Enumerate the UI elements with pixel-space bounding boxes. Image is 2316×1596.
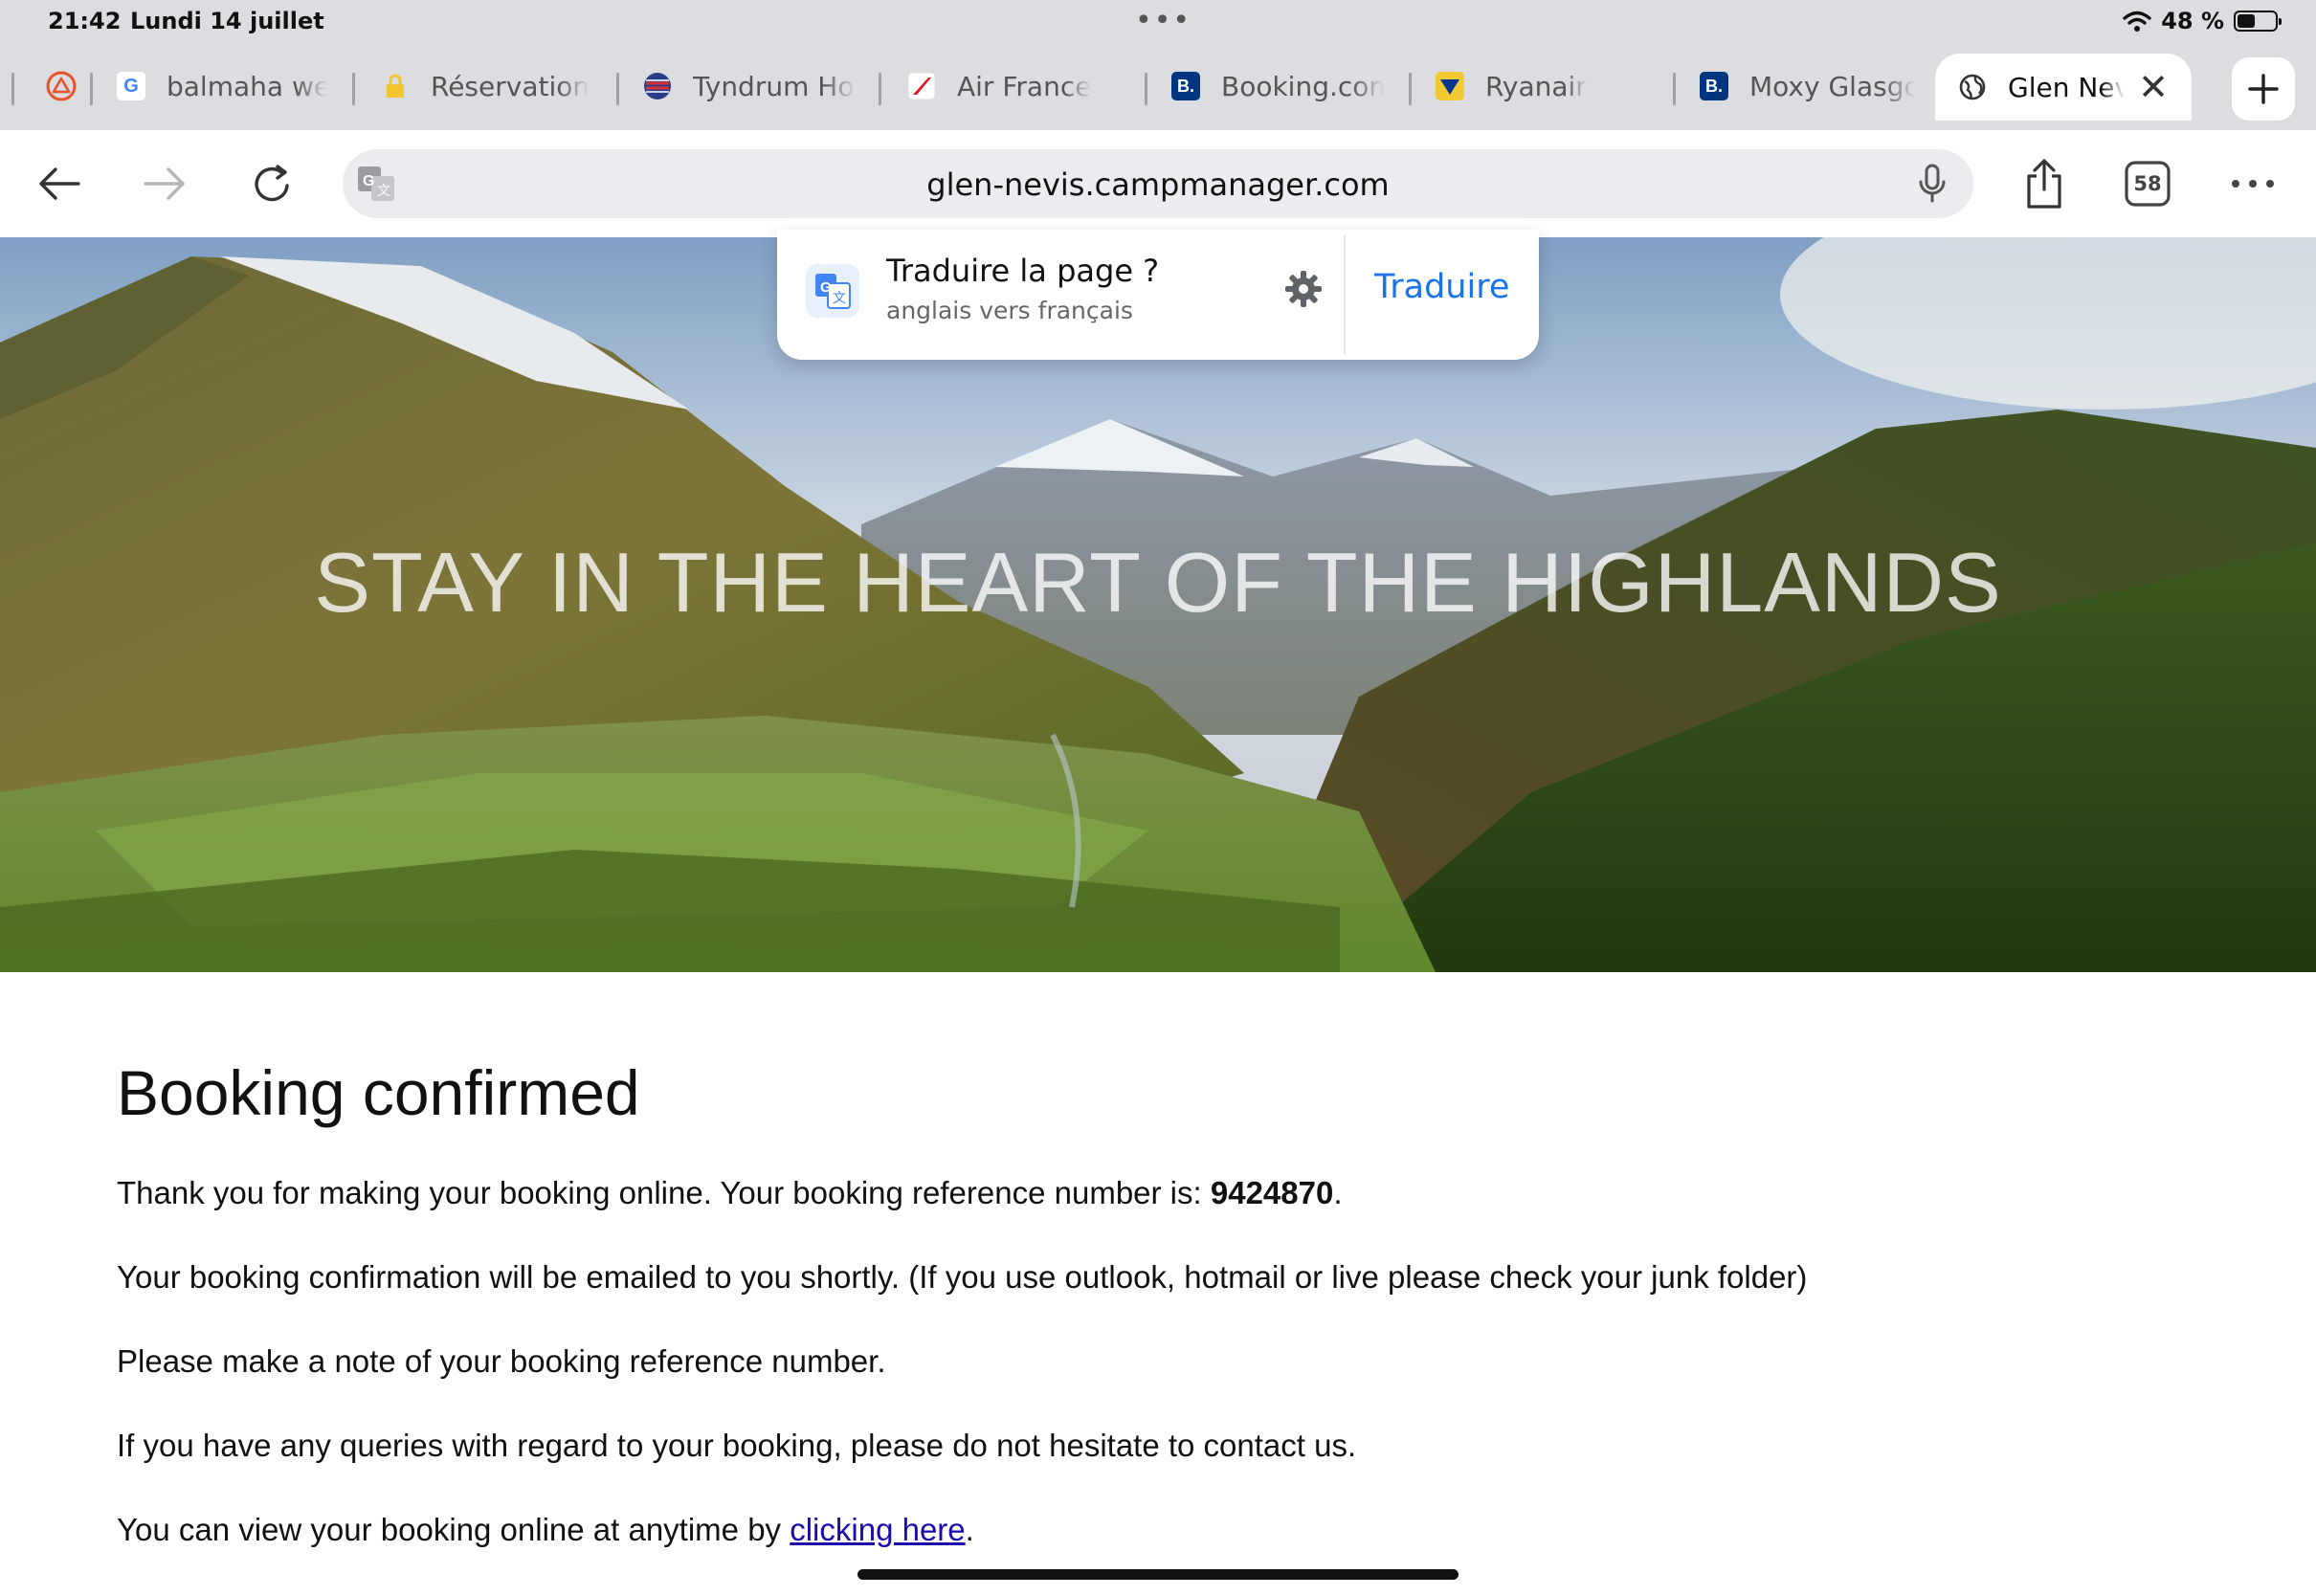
punctuation: .: [965, 1512, 974, 1547]
forward-button[interactable]: [134, 153, 195, 214]
reload-button[interactable]: [241, 153, 302, 214]
home-indicator[interactable]: [857, 1569, 1459, 1580]
tab-balmaha[interactable]: G balmaha we: [117, 57, 327, 115]
tab-switcher-button[interactable]: 58: [2117, 153, 2178, 214]
more-dots-icon: [2232, 180, 2274, 188]
battery-percent: 48 %: [2161, 8, 2224, 34]
thank-you-text: Thank you for making your booking online…: [117, 1175, 1211, 1210]
tab-label: Booking.com: [1221, 70, 1384, 102]
new-tab-button[interactable]: [2232, 57, 2295, 121]
tab-separator: [1145, 73, 1147, 105]
url-text[interactable]: glen-nevis.campmanager.com: [343, 166, 1973, 203]
battery-icon: [2234, 11, 2282, 32]
translate-subtitle: anglais vers français: [886, 297, 1133, 324]
reload-icon: [255, 165, 289, 202]
google-icon: G: [117, 72, 145, 100]
gear-icon[interactable]: [1282, 268, 1325, 310]
globe-icon: [1959, 74, 1986, 100]
tab-label: Moxy Glasgo: [1749, 70, 1916, 102]
popup-divider: [1344, 235, 1346, 354]
share-icon: [2027, 159, 2061, 209]
tab-label: Glen Nev: [2008, 71, 2126, 103]
booking-reference: 9424870: [1210, 1175, 1334, 1210]
page-title: Booking confirmed: [117, 1057, 640, 1128]
tab-separator: [1673, 73, 1676, 105]
battery-fill: [2238, 14, 2255, 28]
tab-separator: [616, 73, 619, 105]
plus-icon: [2248, 74, 2279, 104]
microphone-icon[interactable]: [1916, 163, 1949, 205]
close-tab-icon[interactable]: ✕: [2138, 66, 2169, 108]
note-reference-paragraph: Please make a note of your booking refer…: [117, 1343, 886, 1379]
thank-you-paragraph: Thank you for making your booking online…: [117, 1175, 1343, 1211]
status-right: 48 %: [2123, 8, 2282, 34]
booking-icon: B.: [1700, 72, 1728, 100]
status-bar: 21:42 Lundi 14 juillet ••• 48 %: [0, 0, 2316, 44]
tab-air-france[interactable]: Air France: [907, 57, 1120, 115]
warning-triangle-icon: [46, 71, 77, 101]
svg-text:G: G: [820, 279, 832, 296]
flag-icon: [644, 73, 671, 100]
forward-arrow-icon: [144, 167, 185, 200]
hero-headline: STAY IN THE HEART OF THE HIGHLANDS: [314, 535, 2002, 630]
tab-glen-nevis[interactable]: Glen Nev ✕: [1935, 54, 2192, 121]
translate-title: Traduire la page ?: [886, 253, 1160, 289]
tab-label: Air France: [957, 70, 1092, 102]
view-booking-paragraph: You can view your booking online at anyt…: [117, 1512, 974, 1548]
translate-button[interactable]: Traduire: [1374, 268, 1509, 306]
tab-label: Ryanair: [1485, 70, 1587, 102]
tab-reservation[interactable]: Réservation: [381, 57, 593, 115]
lock-icon: [387, 74, 404, 98]
tab-label: Tyndrum Hol: [693, 70, 856, 102]
status-date: Lundi 14 juillet: [130, 8, 324, 34]
more-menu-button[interactable]: [2222, 153, 2283, 214]
address-bar[interactable]: G 文 glen-nevis.campmanager.com: [343, 149, 1973, 218]
wifi-icon: [2123, 11, 2151, 32]
tab-booking[interactable]: B. Booking.com: [1171, 57, 1384, 115]
tab-separator: [879, 73, 881, 105]
tab-tyndrum[interactable]: Tyndrum Hol: [643, 57, 856, 115]
status-time: 21:42: [48, 8, 122, 34]
ryanair-icon: [1436, 72, 1464, 100]
tab-label: balmaha we: [167, 70, 327, 102]
punctuation: .: [1333, 1175, 1343, 1210]
tab-partial[interactable]: [46, 57, 84, 115]
tab-ryanair[interactable]: Ryanair: [1436, 57, 1648, 115]
tab-count: 58: [2133, 172, 2162, 195]
share-button[interactable]: [2014, 153, 2075, 214]
tab-separator: [11, 73, 14, 105]
svg-text:文: 文: [833, 291, 846, 306]
multitasking-dots-icon[interactable]: •••: [1135, 4, 1191, 37]
back-arrow-icon: [39, 167, 80, 200]
email-notice-paragraph: Your booking confirmation will be emaile…: [117, 1259, 1808, 1295]
queries-paragraph: If you have any queries with regard to y…: [117, 1428, 1357, 1463]
tab-moxy[interactable]: B. Moxy Glasgo: [1700, 57, 1916, 115]
tab-strip: G balmaha we Réservation Tyndrum Hol Air…: [0, 44, 2316, 130]
browser-toolbar: G 文 glen-nevis.campmanager.com 58: [0, 130, 2316, 238]
back-button[interactable]: [29, 153, 90, 214]
view-booking-link[interactable]: clicking here: [790, 1512, 965, 1547]
tab-separator: [90, 73, 93, 105]
tab-label: Réservation: [431, 70, 590, 102]
view-booking-text: You can view your booking online at anyt…: [117, 1512, 791, 1547]
tab-separator: [352, 73, 355, 105]
translate-popup: G 文 Traduire la page ? anglais vers fran…: [777, 230, 1539, 360]
booking-icon: B.: [1171, 72, 1200, 100]
tab-separator: [1409, 73, 1412, 105]
air-france-icon: [907, 72, 936, 100]
google-translate-icon: G 文: [806, 264, 859, 318]
